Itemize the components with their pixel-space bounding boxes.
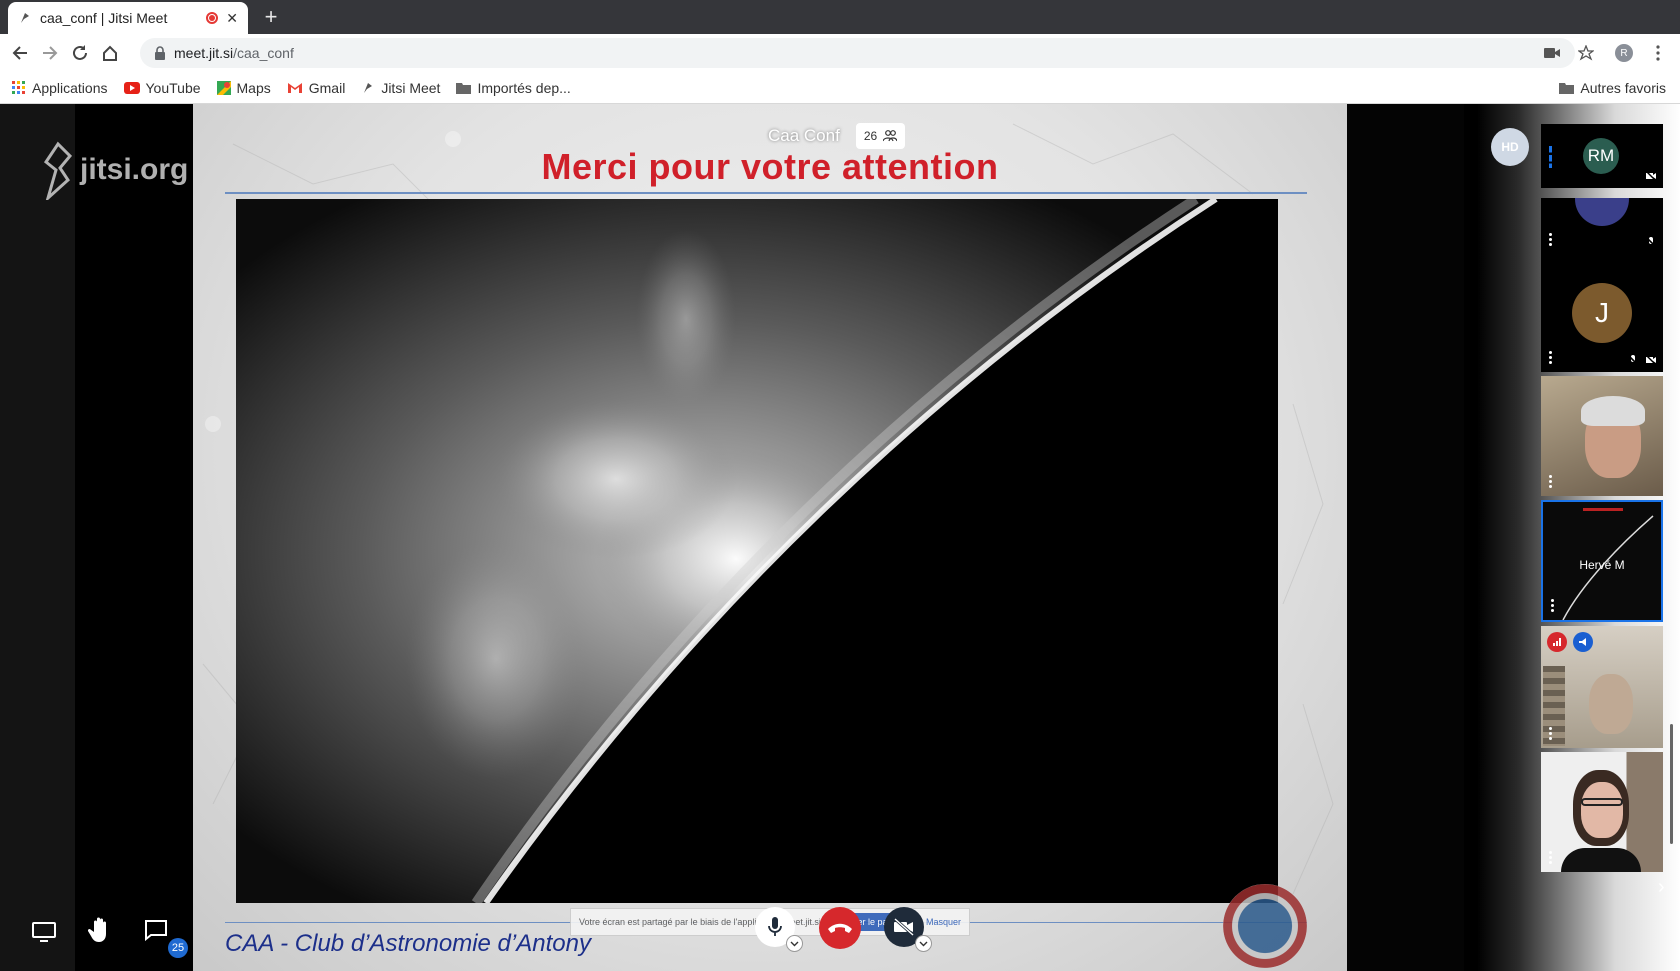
chat-icon — [145, 920, 167, 941]
address-bar[interactable]: meet.jit.si/caa_conf — [140, 38, 1575, 68]
club-logo-image — [1223, 884, 1307, 968]
tile-menu-icon[interactable] — [1551, 599, 1555, 614]
camera-off-icon — [894, 918, 914, 936]
menu-icon[interactable] — [1646, 41, 1670, 65]
connection-indicator-icon[interactable] — [1547, 632, 1567, 652]
bookmark-applications[interactable]: Applications — [12, 80, 108, 96]
audio-muted-icon — [1645, 236, 1657, 248]
url-path: /caa_conf — [233, 45, 294, 61]
participant-face-image — [1581, 782, 1623, 838]
participant-avatar: J — [1572, 283, 1632, 343]
audio-level-indicator — [1549, 146, 1552, 168]
tile-menu-icon[interactable] — [1549, 851, 1553, 866]
participant-tile-active[interactable]: Hervé M — [1541, 500, 1663, 622]
glasses-image — [1581, 798, 1623, 806]
participant-tile[interactable]: J — [1541, 254, 1663, 372]
slide-title: Merci pour votre attention — [541, 146, 999, 187]
audio-settings-chevron-icon[interactable] — [786, 935, 803, 952]
folder-icon — [456, 82, 472, 94]
home-icon[interactable] — [98, 41, 122, 65]
stage-left-background — [0, 104, 193, 971]
participant-face-image — [1589, 674, 1633, 734]
bookmark-gmail[interactable]: Gmail — [287, 80, 345, 96]
tile-menu-icon[interactable] — [1549, 727, 1553, 742]
jitsi-logo-icon — [43, 141, 73, 200]
raise-hand-icon — [88, 917, 106, 942]
share-screen-icon — [32, 922, 56, 942]
raise-hand-button[interactable] — [86, 914, 114, 946]
bookmark-jitsi-meet[interactable]: Jitsi Meet — [361, 80, 440, 96]
shared-screen-slide: Merci pour votre attention CAA - Club d’… — [193, 104, 1347, 971]
forward-icon[interactable] — [38, 41, 62, 65]
participant-video-tile[interactable] — [1541, 626, 1663, 748]
participant-count: 26 — [863, 129, 878, 143]
audio-muted-icon — [1627, 354, 1639, 366]
lock-icon — [155, 46, 165, 60]
share-screen-button[interactable] — [30, 918, 58, 946]
hangup-icon — [828, 923, 852, 933]
youtube-icon — [123, 81, 140, 94]
camera-blocked-icon[interactable] — [1540, 41, 1564, 65]
tab-title: caa_conf | Jitsi Meet — [40, 10, 168, 26]
folder-icon — [1559, 83, 1575, 94]
slide-title-divider — [225, 192, 1307, 194]
tile-menu-icon[interactable] — [1549, 351, 1553, 366]
participant-avatar — [1575, 198, 1629, 226]
gmail-icon — [287, 82, 302, 93]
participant-name: Hervé M — [1579, 558, 1625, 572]
participant-hair-image — [1581, 396, 1645, 426]
video-muted-icon — [1645, 354, 1657, 366]
video-muted-icon — [1645, 170, 1657, 182]
browser-tab[interactable]: caa_conf | Jitsi Meet ✕ — [8, 2, 248, 34]
solar-prominence-photo — [236, 199, 1278, 903]
participant-tile[interactable]: RM — [1541, 124, 1663, 188]
apps-grid-icon — [12, 80, 25, 94]
jitsi-icon — [364, 82, 373, 93]
participant-tile[interactable] — [1541, 198, 1663, 254]
maps-icon — [216, 80, 231, 95]
participant-video-tile[interactable] — [1541, 752, 1663, 872]
participant-shirt-image — [1561, 848, 1641, 872]
participant-video-tile[interactable] — [1541, 376, 1663, 496]
participant-count-button[interactable]: 26 — [855, 123, 906, 149]
tile-menu-icon[interactable] — [1549, 233, 1553, 248]
participants-icon — [883, 130, 898, 142]
conference-name: Caa Conf — [768, 126, 840, 145]
back-icon[interactable] — [8, 41, 32, 65]
conference-header: Caa Conf 26 — [768, 123, 906, 149]
participant-avatar: RM — [1583, 138, 1619, 174]
star-icon[interactable] — [1574, 41, 1598, 65]
video-quality-badge[interactable]: HD — [1491, 128, 1529, 166]
conference-stage: Merci pour votre attention CAA - Club d’… — [0, 104, 1680, 971]
chat-button[interactable] — [142, 916, 170, 944]
browser-toolbar: meet.jit.si/caa_conf R — [0, 34, 1680, 72]
hide-banner-button[interactable]: Masquer — [926, 917, 961, 927]
bookmark-folder-imported[interactable]: Importés dep... — [456, 80, 571, 96]
recording-indicator-icon — [206, 12, 219, 24]
jitsi-favicon-icon — [21, 13, 29, 23]
url-host: meet.jit.si — [174, 45, 234, 61]
bookmark-maps[interactable]: Maps — [216, 80, 271, 96]
tile-menu-icon[interactable] — [1549, 475, 1553, 490]
filmstrip-scrollbar[interactable] — [1670, 724, 1673, 844]
other-bookmarks[interactable]: Autres favoris — [1559, 72, 1666, 104]
chevron-right-icon[interactable]: › — [1658, 876, 1665, 899]
video-settings-chevron-icon[interactable] — [915, 935, 932, 952]
bookshelf-background-image — [1543, 666, 1565, 746]
dominant-speaker-icon — [1573, 632, 1593, 652]
slide-footer-text: CAA - Club d’Astronomie d’Antony — [225, 930, 591, 957]
bookmarks-bar: Applications YouTube Maps Gmail Jitsi Me… — [0, 72, 1680, 104]
tab-close-icon[interactable]: ✕ — [226, 10, 238, 27]
profile-avatar[interactable]: R — [1612, 41, 1636, 65]
browser-tab-strip: caa_conf | Jitsi Meet ✕ + — [0, 0, 1680, 34]
hangup-button[interactable] — [819, 907, 861, 949]
jitsi-watermark[interactable]: jitsi.org — [38, 140, 188, 200]
microphone-icon — [768, 917, 782, 936]
reload-icon[interactable] — [68, 41, 92, 65]
bookmark-youtube[interactable]: YouTube — [123, 80, 201, 96]
new-tab-button[interactable]: + — [258, 4, 284, 30]
chat-unread-badge: 25 — [168, 938, 188, 958]
